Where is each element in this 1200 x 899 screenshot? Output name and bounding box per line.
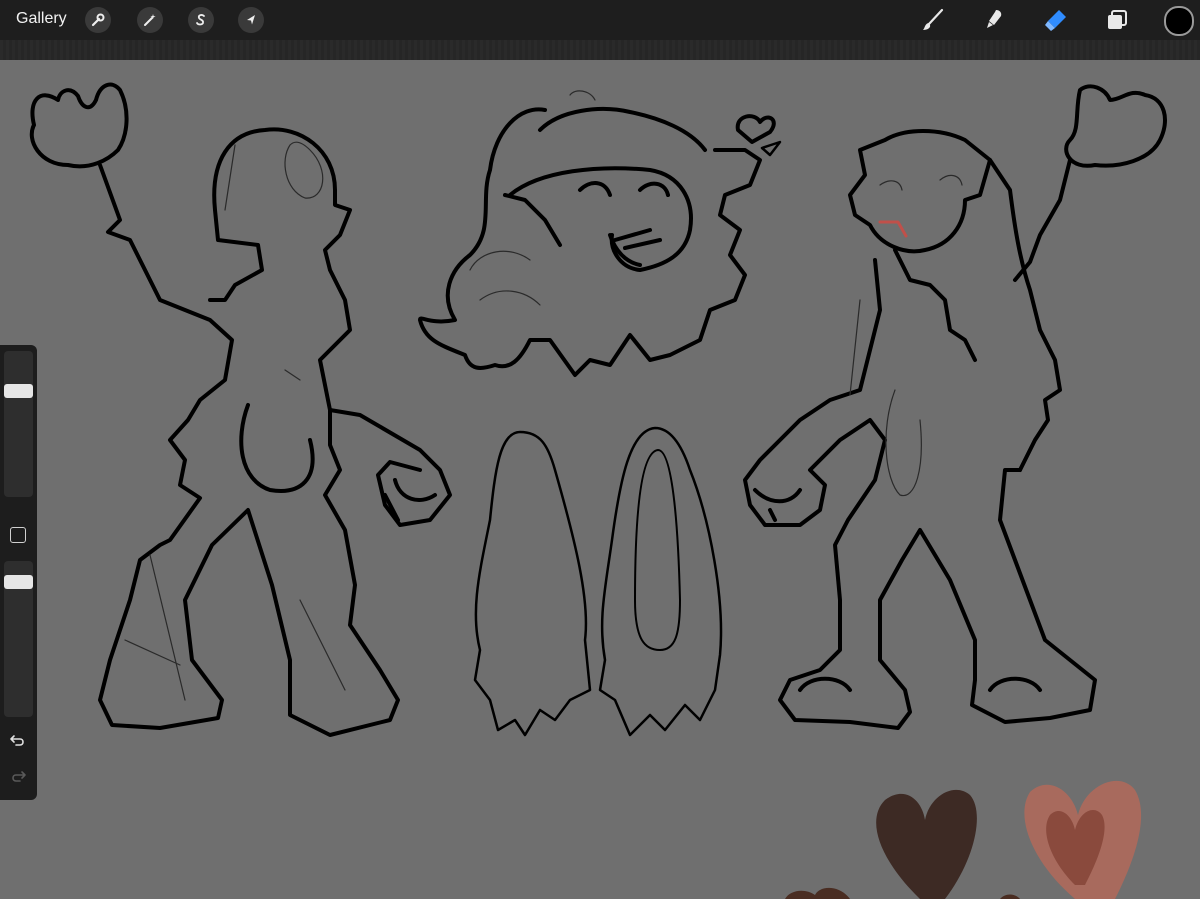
selection-s-icon — [196, 14, 205, 26]
front-view-figure — [743, 84, 1167, 730]
tail-sketches — [473, 426, 723, 737]
arrow-cursor-icon — [247, 15, 255, 25]
sketch-artwork — [29, 82, 1167, 899]
color-swatch-hearts — [785, 780, 1142, 899]
actions-button[interactable] — [85, 7, 111, 33]
head-sketch — [418, 107, 782, 377]
toolbar-divider-strip — [0, 40, 1200, 60]
adjustments-button[interactable] — [137, 7, 163, 33]
undo-button[interactable] — [8, 731, 28, 749]
brush-size-slider-thumb[interactable] — [4, 384, 33, 398]
magic-wand-icon — [144, 14, 156, 26]
top-toolbar: Gallery — [0, 0, 1200, 40]
eraser-icon — [1045, 10, 1066, 31]
wrench-icon — [91, 13, 105, 27]
selection-button[interactable] — [188, 7, 214, 33]
redo-arrow-icon — [12, 771, 26, 782]
smudge-button[interactable] — [979, 6, 1009, 34]
current-color-swatch[interactable] — [1164, 6, 1194, 36]
eraser-button[interactable] — [1041, 6, 1071, 34]
brush-size-slider[interactable] — [4, 351, 33, 497]
undo-arrow-icon — [10, 735, 24, 746]
left-sidebar — [0, 345, 37, 800]
layers-button[interactable] — [1102, 6, 1132, 34]
opacity-slider-thumb[interactable] — [4, 575, 33, 590]
drawing-canvas[interactable] — [0, 60, 1200, 899]
smudge-icon — [987, 10, 1002, 28]
modify-button[interactable] — [10, 527, 26, 543]
brush-button[interactable] — [918, 6, 948, 34]
gallery-button[interactable]: Gallery — [16, 10, 67, 28]
redo-button[interactable] — [8, 767, 28, 785]
brush-icon — [923, 8, 944, 30]
transform-button[interactable] — [238, 7, 264, 33]
back-view-figure — [29, 82, 452, 737]
layers-icon — [1108, 10, 1127, 29]
